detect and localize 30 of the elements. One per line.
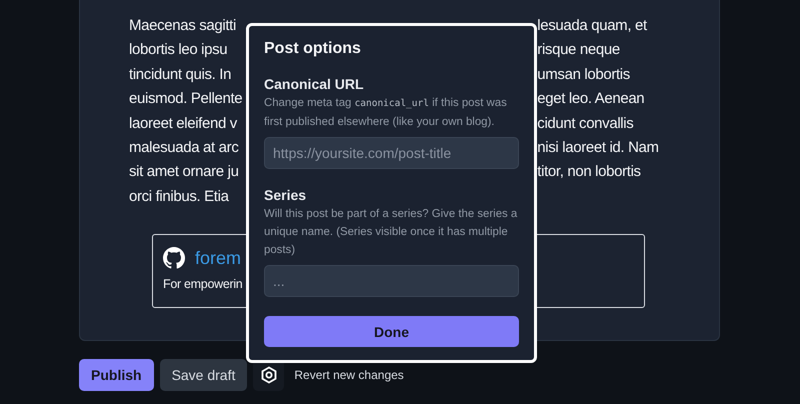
body-text: titor, non lobortis <box>537 162 641 182</box>
body-text: risque neque <box>537 40 620 60</box>
body-text: sit amet ornare ju <box>129 162 239 182</box>
body-text: orci finibus. Etia <box>129 186 229 207</box>
body-text: euismod. Pellente <box>129 89 242 110</box>
body-text: umsan lobortis <box>537 64 630 85</box>
body-text: cidunt convallis <box>537 114 634 134</box>
field-label: Canonical URL <box>264 76 365 92</box>
body-text: nisi laoreet id. Nam <box>537 138 659 158</box>
body-text: malesuada at arc <box>129 138 238 158</box>
body-text: Maecenas sagitti <box>129 16 236 36</box>
help-text: Will this post be part of a series? Give the series a unique name. (Series visible once it has multiple posts) <box>264 207 518 258</box>
revert-link[interactable]: Revert new changes <box>294 368 404 382</box>
save-draft-button[interactable]: Save draft <box>160 359 248 391</box>
repo-link[interactable]: forem <box>195 248 242 269</box>
publish-button[interactable]: Publish <box>79 359 154 391</box>
input-field[interactable]: ... <box>264 265 519 297</box>
github-icon <box>163 247 185 270</box>
input-field[interactable]: https://yoursite.com/post-title <box>264 137 519 169</box>
body-text: lesuada quam, et <box>537 16 647 36</box>
field-label: Series <box>264 187 308 203</box>
body-text: laoreet eleifend v <box>129 114 237 134</box>
body-text: eget leo. Aenean <box>537 89 644 110</box>
body-text: lobortis leo ipsu <box>129 40 228 60</box>
body-text: tincidunt quis. In <box>129 64 232 85</box>
help-text: Change meta tag canonical_url if this post was first published elsewhere (like your own blog). <box>264 96 508 130</box>
done-button[interactable]: Done <box>264 316 519 347</box>
dialog-title: Post options <box>264 40 361 58</box>
settings-icon <box>260 366 278 384</box>
repo-description: For empowerin <box>163 277 242 292</box>
